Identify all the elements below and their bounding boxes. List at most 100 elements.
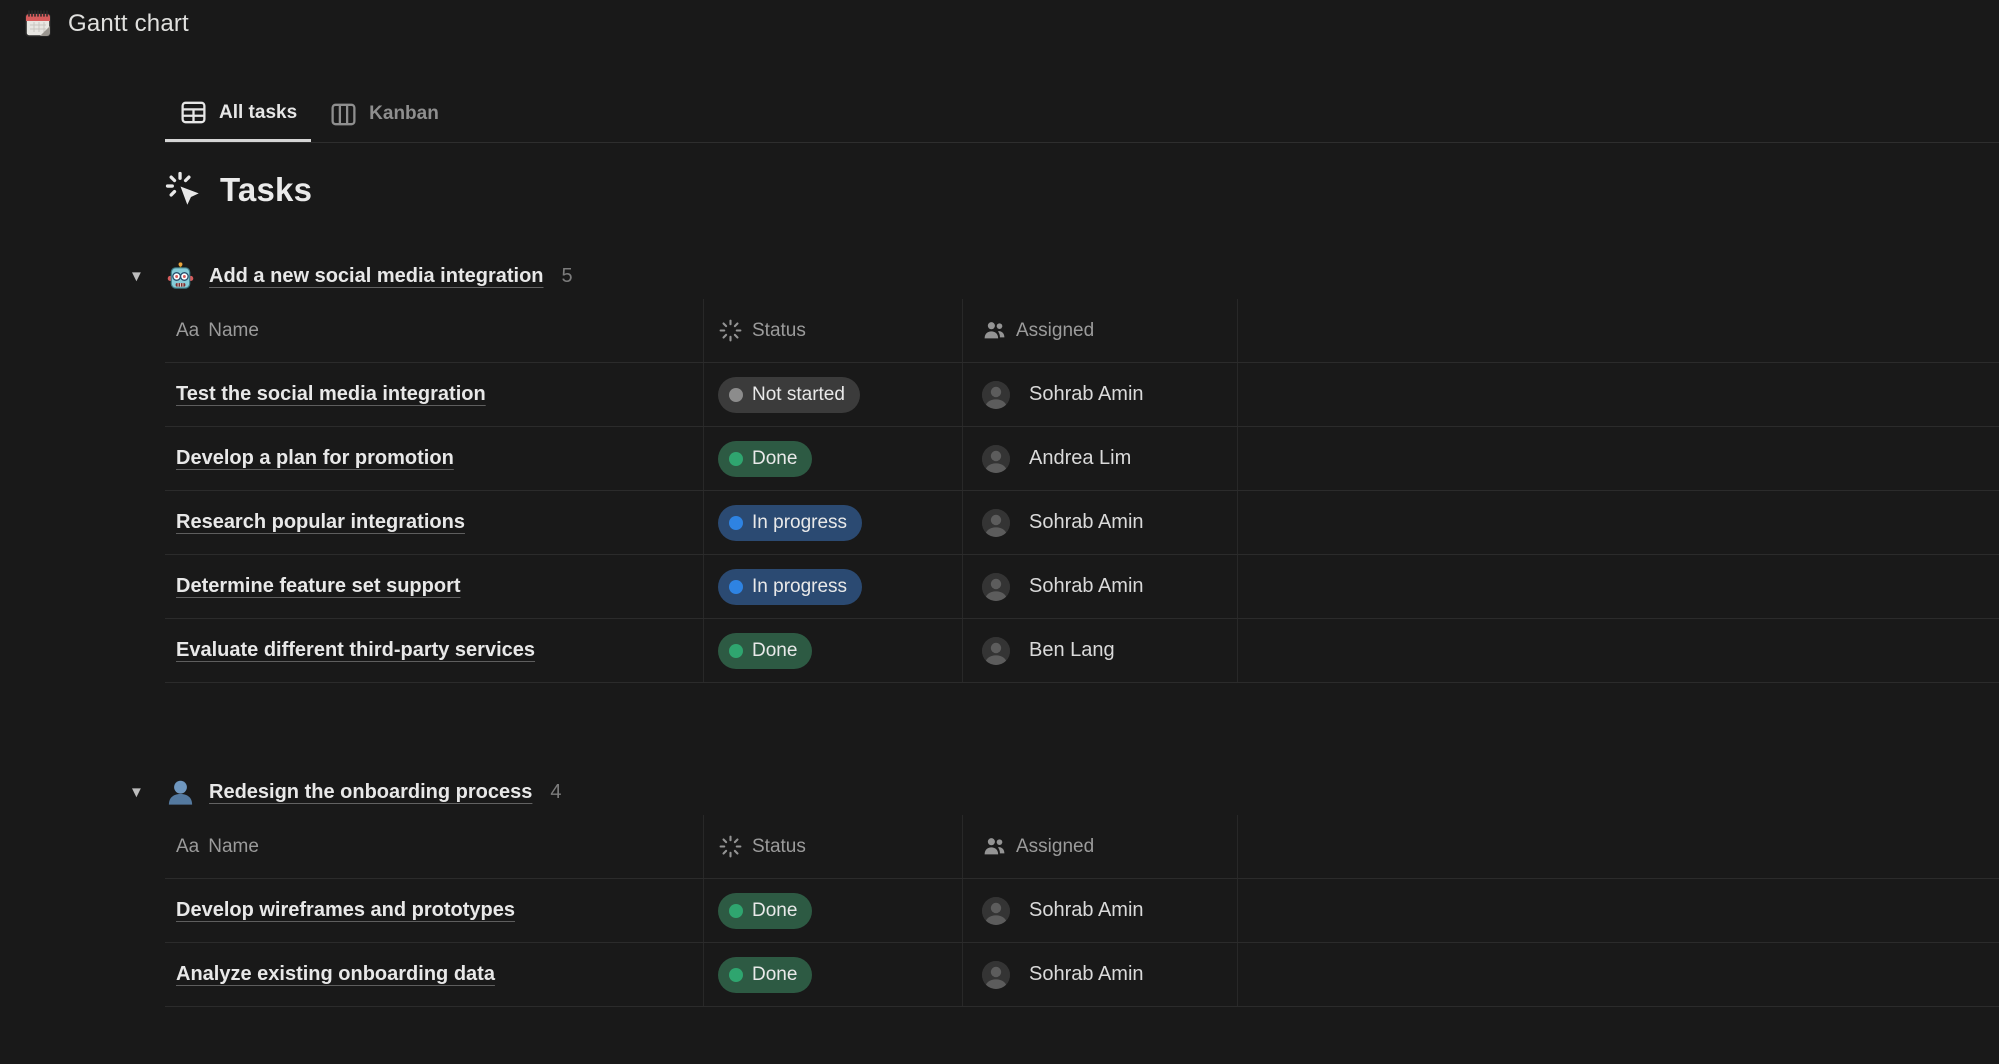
assigned-cell[interactable]: Ben Lang: [963, 619, 1238, 682]
column-label: Name: [208, 836, 259, 858]
task-name-cell[interactable]: Research popular integrations: [165, 491, 704, 554]
tab-all-tasks[interactable]: All tasks: [165, 86, 311, 142]
task-name-link[interactable]: Evaluate different third-party services: [176, 639, 535, 662]
task-name-link[interactable]: Determine feature set support: [176, 575, 461, 598]
status-cell[interactable]: Done: [704, 427, 963, 490]
task-name-cell[interactable]: Test the social media integration: [165, 363, 704, 426]
status-cell[interactable]: In progress: [704, 491, 963, 554]
assigned-cell[interactable]: Sohrab Amin: [963, 363, 1238, 426]
assignee-name: Andrea Lim: [1029, 447, 1131, 470]
group-header: ▼ Add a new social media integration 5: [129, 253, 1999, 299]
collapse-toggle-icon[interactable]: ▼: [129, 268, 165, 285]
collection-title: Tasks: [165, 167, 1999, 213]
status-dot: [729, 580, 743, 594]
row-filler: [1238, 879, 1999, 942]
table-row: Test the social media integration Not st…: [165, 363, 1999, 427]
status-cell[interactable]: Done: [704, 943, 963, 1006]
task-name-cell[interactable]: Evaluate different third-party services: [165, 619, 704, 682]
column-header-status[interactable]: Status: [704, 815, 963, 878]
people-icon: [982, 834, 1007, 859]
status-label: Not started: [752, 384, 845, 406]
tab-kanban[interactable]: Kanban: [315, 86, 453, 142]
table-row: Research popular integrations In progres…: [165, 491, 1999, 555]
task-name-cell[interactable]: Develop a plan for promotion: [165, 427, 704, 490]
column-header-name[interactable]: Aa Name: [165, 299, 704, 362]
table-row: Develop a plan for promotion Done Andrea…: [165, 427, 1999, 491]
status-burst-icon: [718, 318, 743, 343]
table-row: Develop wireframes and prototypes Done S…: [165, 879, 1999, 943]
status-dot: [729, 452, 743, 466]
status-label: Done: [752, 964, 797, 986]
status-dot: [729, 968, 743, 982]
status-dot: [729, 388, 743, 402]
avatar: [982, 961, 1010, 989]
task-name-cell[interactable]: Determine feature set support: [165, 555, 704, 618]
row-filler: [1238, 491, 1999, 554]
assignee-name: Sohrab Amin: [1029, 963, 1144, 986]
person-silhouette-emoji-icon: [165, 777, 196, 808]
status-cell[interactable]: Done: [704, 879, 963, 942]
table-header-row: Aa Name Status Assigned: [165, 299, 1999, 363]
tasks-table: Aa Name Status Assigned Develop wirefram…: [165, 815, 1999, 1007]
status-label: Done: [752, 448, 797, 470]
tab-label: Kanban: [369, 103, 439, 125]
column-header-assigned[interactable]: Assigned: [963, 815, 1238, 878]
group-title-link[interactable]: Redesign the onboarding process: [209, 781, 532, 804]
status-cell[interactable]: Not started: [704, 363, 963, 426]
status-badge[interactable]: In progress: [718, 505, 862, 541]
assigned-cell[interactable]: Sohrab Amin: [963, 879, 1238, 942]
column-header-status[interactable]: Status: [704, 299, 963, 362]
page-content: All tasks Kanban Tasks ▼ Add a new socia…: [165, 0, 1999, 1007]
notion-page: Gantt chart All tasks Kanban Tasks ▼ Add…: [0, 0, 1999, 1064]
avatar: [982, 573, 1010, 601]
column-label: Name: [208, 320, 259, 342]
status-dot: [729, 516, 743, 530]
task-name-link[interactable]: Analyze existing onboarding data: [176, 963, 495, 986]
group-count: 4: [550, 781, 561, 804]
status-badge[interactable]: Done: [718, 957, 812, 993]
task-name-cell[interactable]: Analyze existing onboarding data: [165, 943, 704, 1006]
status-badge[interactable]: Done: [718, 633, 812, 669]
click-cursor-icon: [165, 171, 203, 209]
assignee-name: Sohrab Amin: [1029, 575, 1144, 598]
status-badge[interactable]: Done: [718, 441, 812, 477]
row-filler: [1238, 363, 1999, 426]
view-tabs: All tasks Kanban: [165, 86, 1999, 143]
status-badge[interactable]: Not started: [718, 377, 860, 413]
column-label: Assigned: [1016, 836, 1094, 858]
text-property-icon: Aa: [176, 320, 199, 342]
status-label: Done: [752, 900, 797, 922]
assigned-cell[interactable]: Andrea Lim: [963, 427, 1238, 490]
board-view-icon: [329, 100, 358, 129]
status-label: In progress: [752, 512, 847, 534]
assigned-cell[interactable]: Sohrab Amin: [963, 491, 1238, 554]
column-header-name[interactable]: Aa Name: [165, 815, 704, 878]
task-name-link[interactable]: Develop a plan for promotion: [176, 447, 454, 470]
status-cell[interactable]: Done: [704, 619, 963, 682]
tasks-table: Aa Name Status Assigned Test the s: [165, 299, 1999, 683]
assigned-cell[interactable]: Sohrab Amin: [963, 943, 1238, 1006]
status-dot: [729, 904, 743, 918]
collapse-toggle-icon[interactable]: ▼: [129, 784, 165, 801]
task-name-link[interactable]: Test the social media integration: [176, 383, 486, 406]
task-group: ▼ Add a new social media integration 5 A…: [165, 253, 1999, 683]
text-property-icon: Aa: [176, 836, 199, 858]
row-filler: [1238, 555, 1999, 618]
task-name-cell[interactable]: Develop wireframes and prototypes: [165, 879, 704, 942]
column-label: Status: [752, 836, 806, 858]
row-filler: [1238, 427, 1999, 490]
tab-label: All tasks: [219, 102, 297, 124]
task-name-link[interactable]: Develop wireframes and prototypes: [176, 899, 515, 922]
status-badge[interactable]: In progress: [718, 569, 862, 605]
spiral-calendar-icon: [22, 8, 54, 40]
status-badge[interactable]: Done: [718, 893, 812, 929]
column-header-assigned[interactable]: Assigned: [963, 299, 1238, 362]
status-cell[interactable]: In progress: [704, 555, 963, 618]
assigned-cell[interactable]: Sohrab Amin: [963, 555, 1238, 618]
task-name-link[interactable]: Research popular integrations: [176, 511, 465, 534]
column-label: Assigned: [1016, 320, 1094, 342]
collection-title-text: Tasks: [220, 171, 312, 209]
group-title-link[interactable]: Add a new social media integration: [209, 265, 544, 288]
status-label: Done: [752, 640, 797, 662]
row-filler: [1238, 619, 1999, 682]
